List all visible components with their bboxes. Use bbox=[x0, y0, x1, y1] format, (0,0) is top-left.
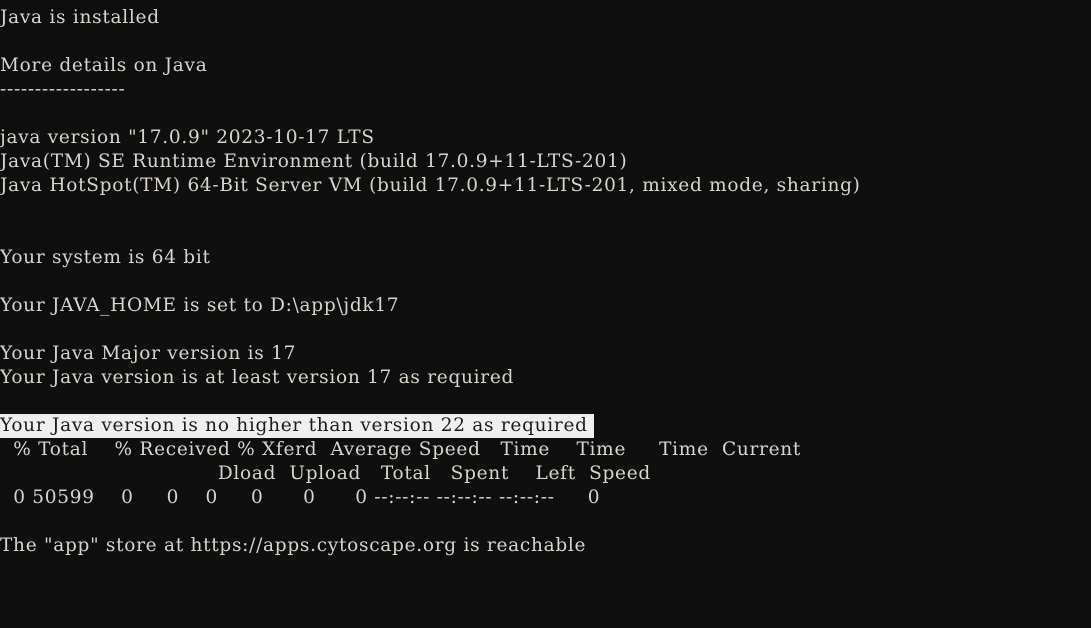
terminal-line-curl-header-row-1: % Total % Received % Xferd Average Speed… bbox=[0, 439, 802, 460]
terminal-line-java-installed: Java is installed bbox=[0, 7, 160, 28]
terminal-line-java-home: Your JAVA_HOME is set to D:\app\jdk17 bbox=[0, 295, 400, 316]
terminal-line-blank-1 bbox=[0, 30, 1091, 54]
terminal-line-blank-7 bbox=[0, 390, 1091, 414]
terminal-line-system-bitness: Your system is 64 bit bbox=[0, 247, 211, 268]
terminal-line-curl-header-row-2: Dload Upload Total Spent Left Speed bbox=[0, 463, 651, 484]
terminal-line-blank-8 bbox=[0, 510, 1091, 534]
terminal-line-java-version: java version "17.0.9" 2023-10-17 LTS bbox=[0, 127, 375, 148]
terminal-line-java-max-version-ok: Your Java version is no higher than vers… bbox=[0, 414, 595, 438]
terminal-line-heading-rule: ------------------ bbox=[0, 79, 126, 100]
terminal-line-java-min-version-ok: Your Java version is at least version 17… bbox=[0, 367, 515, 388]
terminal-line-curl-progress-row: 0 50599 0 0 0 0 0 0 --:--:-- --:--:-- --… bbox=[0, 487, 601, 508]
terminal-line-blank-3 bbox=[0, 198, 1091, 222]
terminal-line-java-runtime: Java(TM) SE Runtime Environment (build 1… bbox=[0, 151, 628, 172]
terminal-line-blank-6 bbox=[0, 318, 1091, 342]
terminal-line-blank-4 bbox=[0, 222, 1091, 246]
terminal-line-java-hotspot: Java HotSpot(TM) 64-Bit Server VM (build… bbox=[0, 175, 861, 196]
terminal-line-wrapper: Your Java version is no higher than vers… bbox=[0, 414, 1091, 438]
terminal-line-blank-5 bbox=[0, 270, 1091, 294]
terminal-line-app-store-reachable: The "app" store at https://apps.cytoscap… bbox=[0, 535, 587, 556]
terminal-line-java-major-version: Your Java Major version is 17 bbox=[0, 343, 297, 364]
terminal-line-blank-2 bbox=[0, 102, 1091, 126]
terminal-output-pane[interactable]: Java is installed More details on Java --… bbox=[0, 0, 1091, 628]
terminal-line-more-details-heading: More details on Java bbox=[0, 55, 208, 76]
